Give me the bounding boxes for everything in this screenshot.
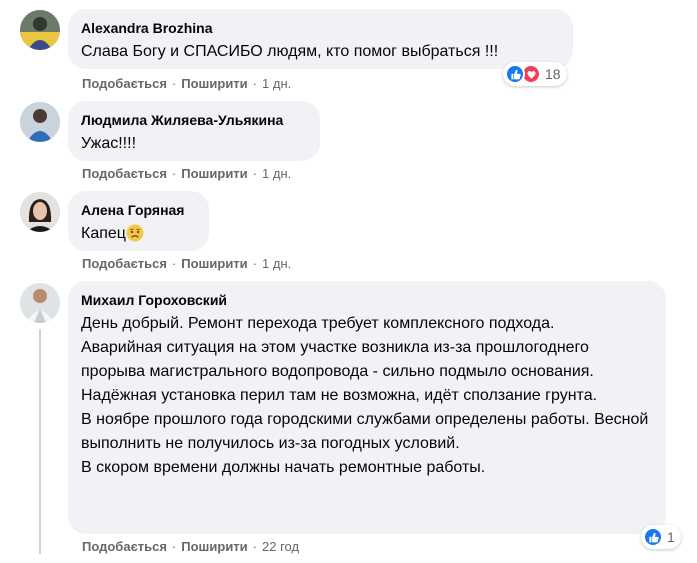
comment-actions: Подобається · Поширити · 1 дн. <box>82 76 291 92</box>
share-button[interactable]: Поширити <box>181 166 247 181</box>
share-button[interactable]: Поширити <box>181 539 247 554</box>
comment-actions: Подобається · Поширити · 1 дн. <box>82 256 291 272</box>
worried-face-emoji <box>126 224 144 242</box>
separator-dot: · <box>171 256 177 271</box>
like-button[interactable]: Подобається <box>82 166 167 181</box>
separator-dot: · <box>252 256 258 271</box>
comment-text: Капец <box>81 222 195 246</box>
comment-author[interactable]: Алена Горяная <box>81 201 195 219</box>
comment-bubble: Михаил Гороховский День добрый. Ремонт п… <box>68 281 666 534</box>
separator-dot: · <box>252 166 258 181</box>
comment-bubble: Алена Горяная Капец <box>68 191 209 251</box>
comment-actions: Подобається · Поширити · 1 дн. <box>82 166 291 182</box>
reaction-summary[interactable]: 18 <box>503 62 567 86</box>
avatar-photo <box>20 10 60 50</box>
comment-author[interactable]: Alexandra Brozhina <box>81 19 559 37</box>
separator-dot: · <box>171 539 177 554</box>
comment-text: Слава Богу и СПАСИБО людям, кто помог вы… <box>81 43 499 60</box>
like-button[interactable]: Подобається <box>82 76 167 91</box>
comment-time[interactable]: 1 дн. <box>262 76 291 91</box>
reaction-count: 1 <box>667 529 675 545</box>
avatar-photo <box>20 192 60 232</box>
comment-time[interactable]: 1 дн. <box>262 256 291 271</box>
comment-bubble: Alexandra Brozhina Слава Богу и СПАСИБО … <box>68 9 573 69</box>
thread-line <box>39 329 41 554</box>
separator-dot: · <box>252 76 258 91</box>
avatar-photo <box>20 283 60 323</box>
avatar[interactable] <box>20 192 60 232</box>
share-button[interactable]: Поширити <box>181 256 247 271</box>
avatar[interactable] <box>20 283 60 323</box>
comment-text: Ужас!!!! <box>81 135 137 152</box>
like-button[interactable]: Подобається <box>82 256 167 271</box>
comment-author[interactable]: Людмила Жиляева-Ульякина <box>81 111 306 129</box>
like-icon <box>505 64 525 84</box>
comment-text: День добрый. Ремонт перехода требует ком… <box>81 315 649 476</box>
comment-time[interactable]: 22 год <box>262 539 299 554</box>
reaction-count: 18 <box>545 66 561 82</box>
separator-dot: · <box>171 76 177 91</box>
avatar[interactable] <box>20 102 60 142</box>
avatar[interactable] <box>20 10 60 50</box>
reaction-summary[interactable]: 1 <box>641 525 681 549</box>
share-button[interactable]: Поширити <box>181 76 247 91</box>
comment-author[interactable]: Михаил Гороховский <box>81 291 652 309</box>
comment-time[interactable]: 1 дн. <box>262 166 291 181</box>
like-button[interactable]: Подобається <box>82 539 167 554</box>
avatar-photo <box>20 102 60 142</box>
like-icon <box>643 527 663 547</box>
separator-dot: · <box>252 539 258 554</box>
comment-text-content: Капец <box>81 225 126 242</box>
comment-bubble: Людмила Жиляева-Ульякина Ужас!!!! <box>68 101 320 161</box>
comment-actions: Подобається · Поширити · 22 год <box>82 539 299 555</box>
separator-dot: · <box>171 166 177 181</box>
